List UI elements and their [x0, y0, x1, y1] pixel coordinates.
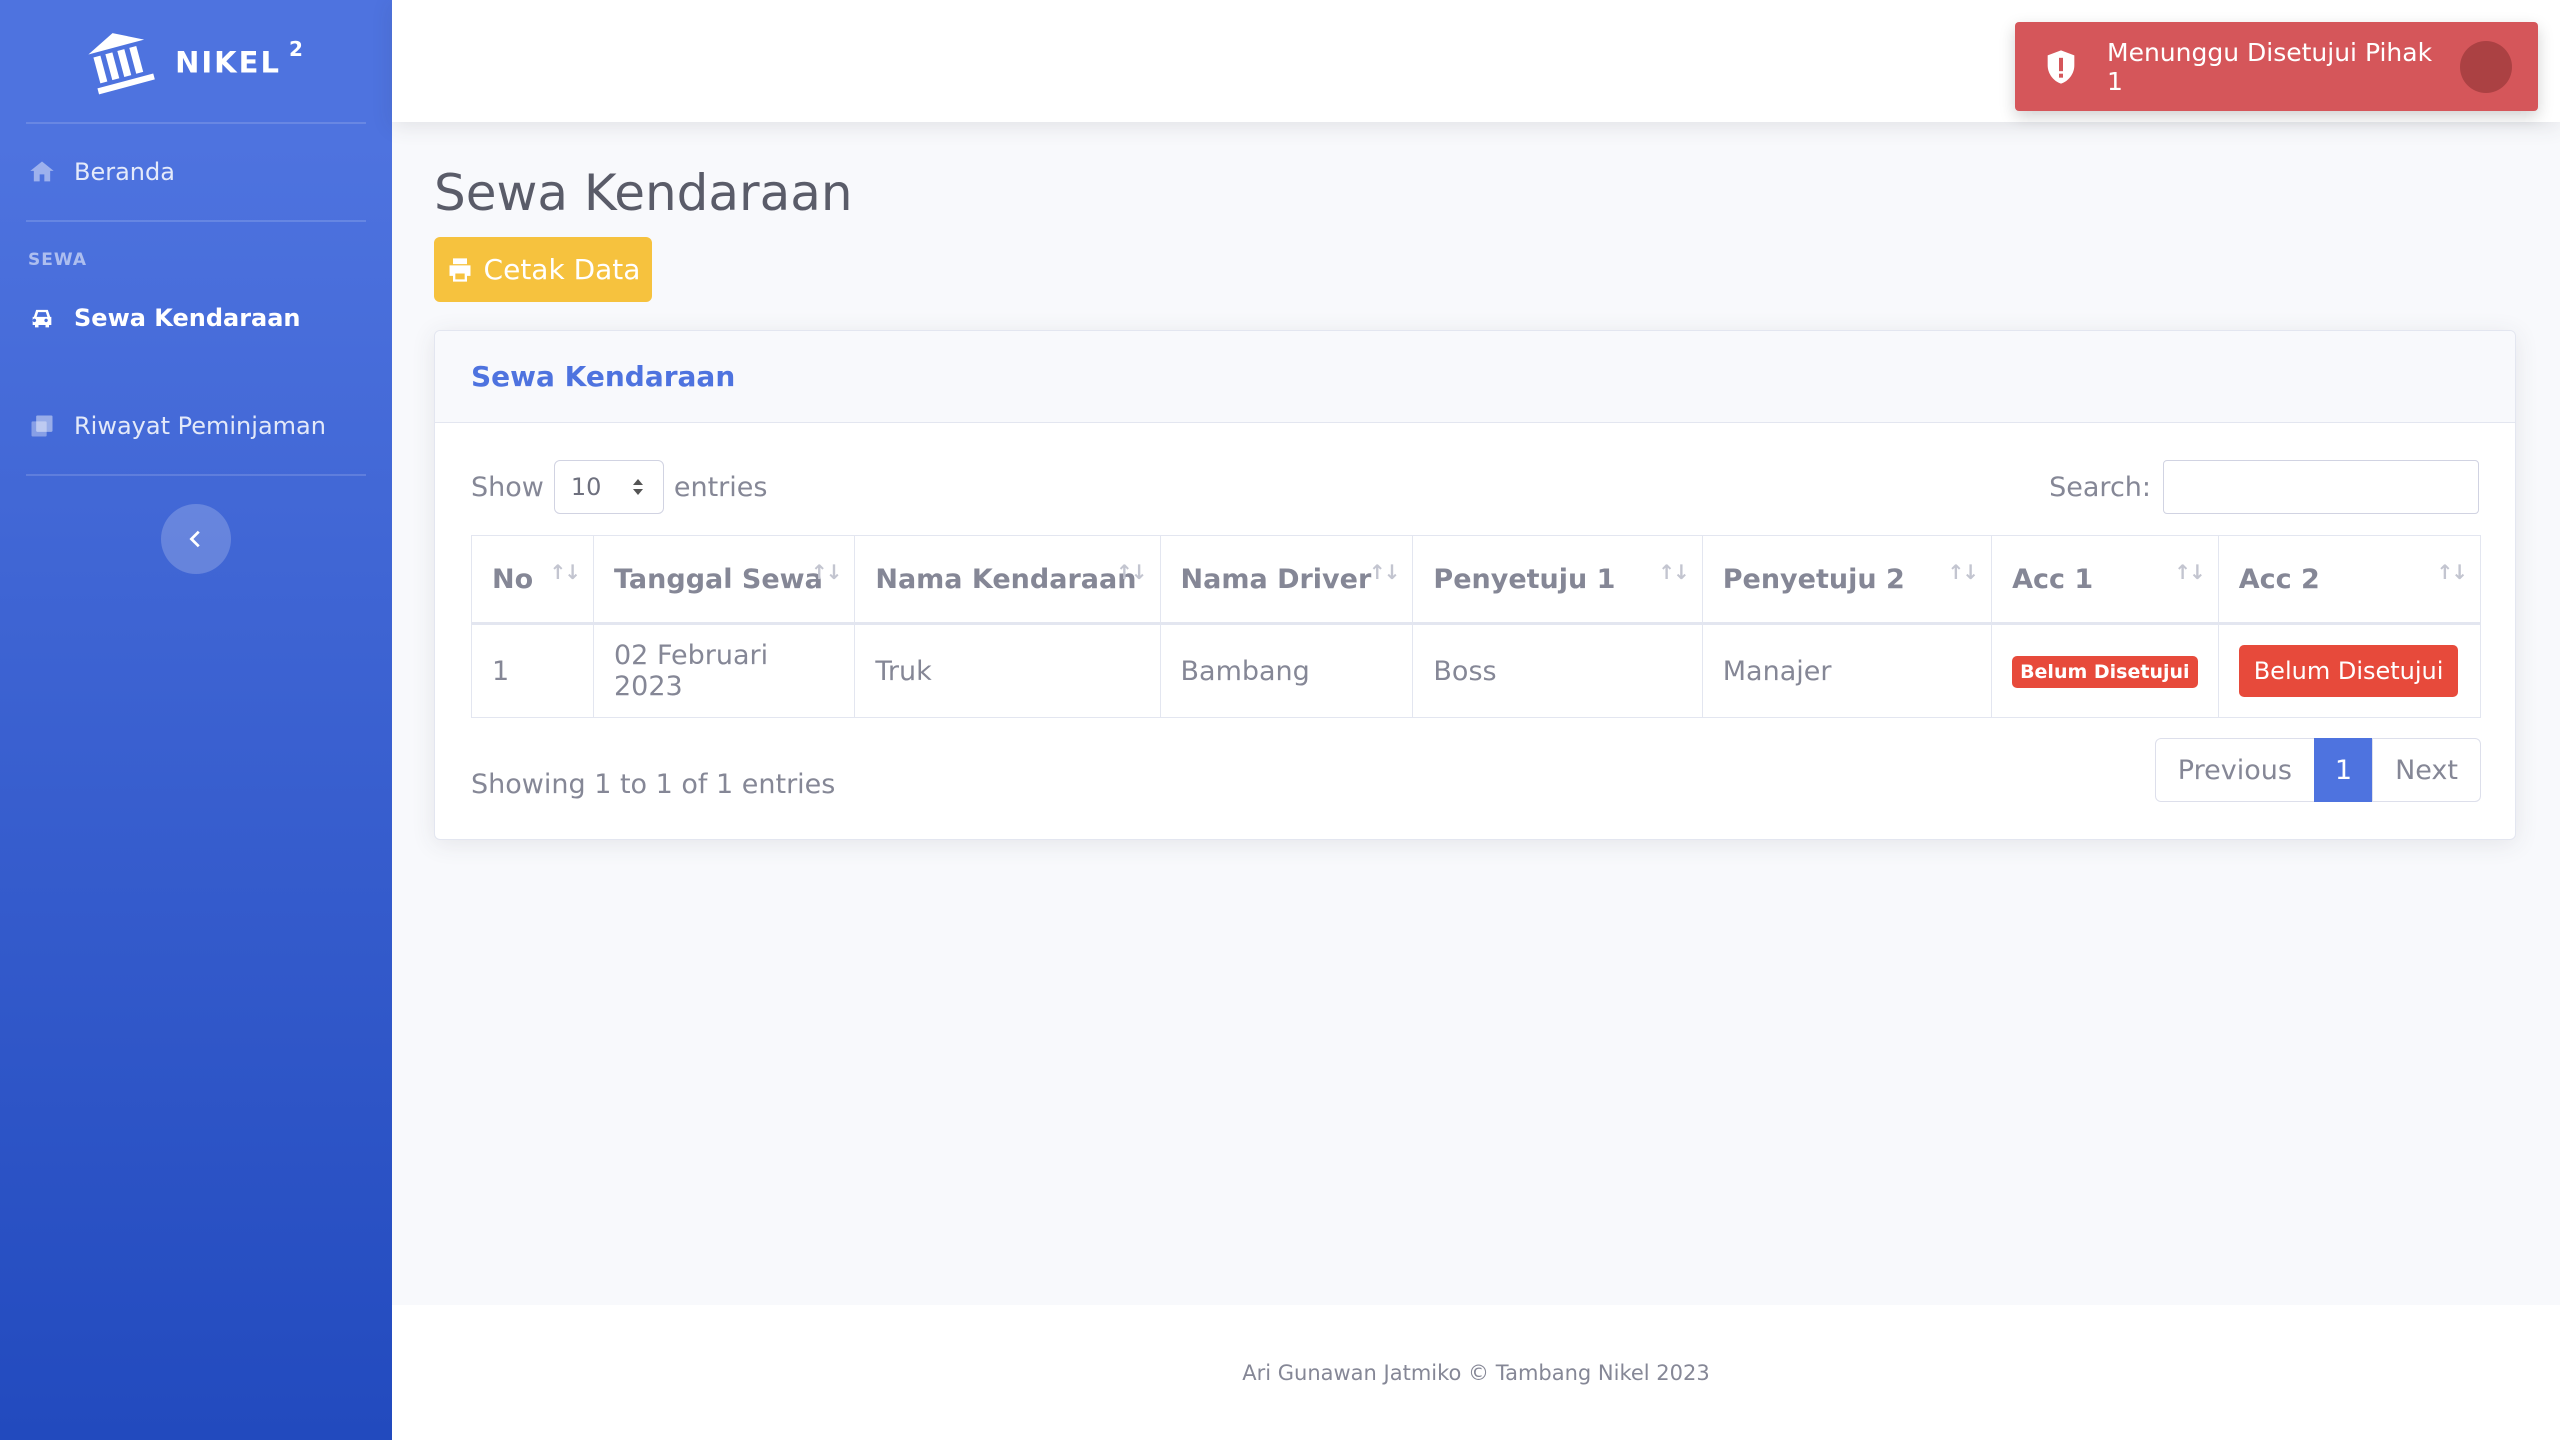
cell-penyetuju-1: Boss [1412, 623, 1703, 718]
column-header-tanggal-sewa[interactable]: Tanggal Sewa ↑↓ [592, 535, 856, 625]
car-icon [32, 309, 52, 328]
cell-tanggal-sewa: 02 Februari 2023 [592, 623, 856, 718]
approve-status-button[interactable]: Belum Disetujui [2238, 645, 2459, 697]
show-entries: Show 10 entries [471, 460, 767, 514]
cell-no: 1 [471, 623, 594, 718]
sidebar-item-sewa-kendaraan[interactable]: Sewa Kendaraan [0, 278, 392, 358]
column-header-penyetuju-2[interactable]: Penyetuju 2 ↑↓ [1701, 535, 1993, 625]
rental-table: No ↑↓ Tanggal Sewa ↑↓ Nama Kendaraan ↑↓ Nam… [471, 535, 2482, 718]
sort-icon: ↑↓ [2436, 560, 2467, 584]
sidebar-item-riwayat-peminjaman[interactable]: Riwayat Peminjaman [0, 378, 392, 474]
printer-icon [449, 257, 471, 282]
table-header-row: No ↑↓ Tanggal Sewa ↑↓ Nama Kendaraan ↑↓ Nam… [471, 535, 2482, 625]
pagination-next[interactable]: Next [2372, 738, 2481, 802]
search-wrap: Search: [2049, 460, 2479, 514]
sidebar: NIKEL 2 Beranda SEWA Sewa Kendaraan Riway… [0, 0, 392, 1440]
toast-notification[interactable]: Menunggu Disetujui Pihak 1 [2015, 22, 2538, 111]
column-header-acc-2[interactable]: Acc 2 ↑↓ [2217, 535, 2482, 625]
toast-message: Menunggu Disetujui Pihak 1 [2107, 37, 2433, 96]
sidebar-item-label: Riwayat Peminjaman [74, 412, 326, 440]
sort-icon: ↑↓ [1115, 560, 1147, 584]
copy-icon [31, 415, 53, 437]
status-badge: Belum Disetujui [2012, 656, 2198, 688]
column-header-acc-1[interactable]: Acc 1 ↑↓ [1991, 535, 2219, 625]
sort-icon: ↑↓ [2174, 560, 2205, 584]
footer: Ari Gunawan Jatmiko © Tambang Nikel 2023 [392, 1305, 2560, 1440]
print-data-button[interactable]: Cetak Data [434, 237, 652, 302]
cell-acc-2: Belum Disetujui [2217, 623, 2482, 718]
column-header-no[interactable]: No ↑↓ [471, 535, 594, 625]
sidebar-item-beranda[interactable]: Beranda [0, 124, 392, 220]
table-row: 1 02 Februari 2023 Truk Bambang Boss Man… [471, 623, 2482, 718]
page-title: Sewa Kendaraan [434, 164, 853, 222]
column-header-nama-driver[interactable]: Nama Driver ↑↓ [1159, 535, 1414, 625]
card-header: Sewa Kendaraan [435, 331, 2515, 423]
sidebar-heading: SEWA [28, 250, 88, 270]
table-controls: Show 10 entries Search: [471, 459, 2479, 515]
sidebar-toggle-button[interactable] [161, 504, 231, 574]
cell-penyetuju-2: Manajer [1701, 623, 1993, 718]
footer-text: Ari Gunawan Jatmiko © Tambang Nikel 2023 [1242, 1360, 1710, 1385]
shield-alert-icon [2047, 49, 2075, 84]
pagination-previous[interactable]: Previous [2154, 738, 2315, 802]
sort-icon: ↑↓ [549, 560, 580, 584]
card-title: Sewa Kendaraan [471, 360, 736, 393]
search-input[interactable] [2163, 460, 2479, 514]
pagination-page-1[interactable]: 1 [2313, 738, 2374, 802]
cell-nama-driver: Bambang [1159, 623, 1414, 718]
search-label: Search: [2049, 471, 2151, 503]
brand-name: NIKEL 2 [175, 36, 305, 80]
bank-icon [88, 33, 155, 95]
column-header-nama-kendaraan[interactable]: Nama Kendaraan ↑↓ [854, 535, 1161, 625]
sort-icon: ↑↓ [810, 560, 842, 584]
column-header-penyetuju-1[interactable]: Penyetuju 1 ↑↓ [1412, 535, 1703, 625]
home-icon [30, 161, 54, 182]
sort-icon: ↑↓ [1368, 560, 1400, 584]
toast-avatar [2460, 40, 2512, 93]
sidebar-item-label: Beranda [74, 158, 175, 186]
entries-select[interactable]: 10 [553, 460, 664, 514]
cell-nama-kendaraan: Truk [854, 623, 1161, 718]
sidebar-divider [26, 474, 366, 476]
sort-icon: ↑↓ [1658, 560, 1689, 584]
cell-acc-1: Belum Disetujui [1991, 623, 2219, 718]
sidebar-item-label: Sewa Kendaraan [74, 304, 301, 332]
data-card: Sewa Kendaraan Show 10 entries Search: N… [434, 330, 2516, 840]
sort-icon: ↑↓ [1947, 560, 1979, 584]
chevron-left-icon [189, 530, 200, 548]
sidebar-brand[interactable]: NIKEL 2 [0, 0, 392, 122]
sort-arrows-icon [632, 479, 643, 495]
pagination: Previous 1 Next [2154, 738, 2481, 802]
table-info: Showing 1 to 1 of 1 entries [471, 769, 836, 800]
